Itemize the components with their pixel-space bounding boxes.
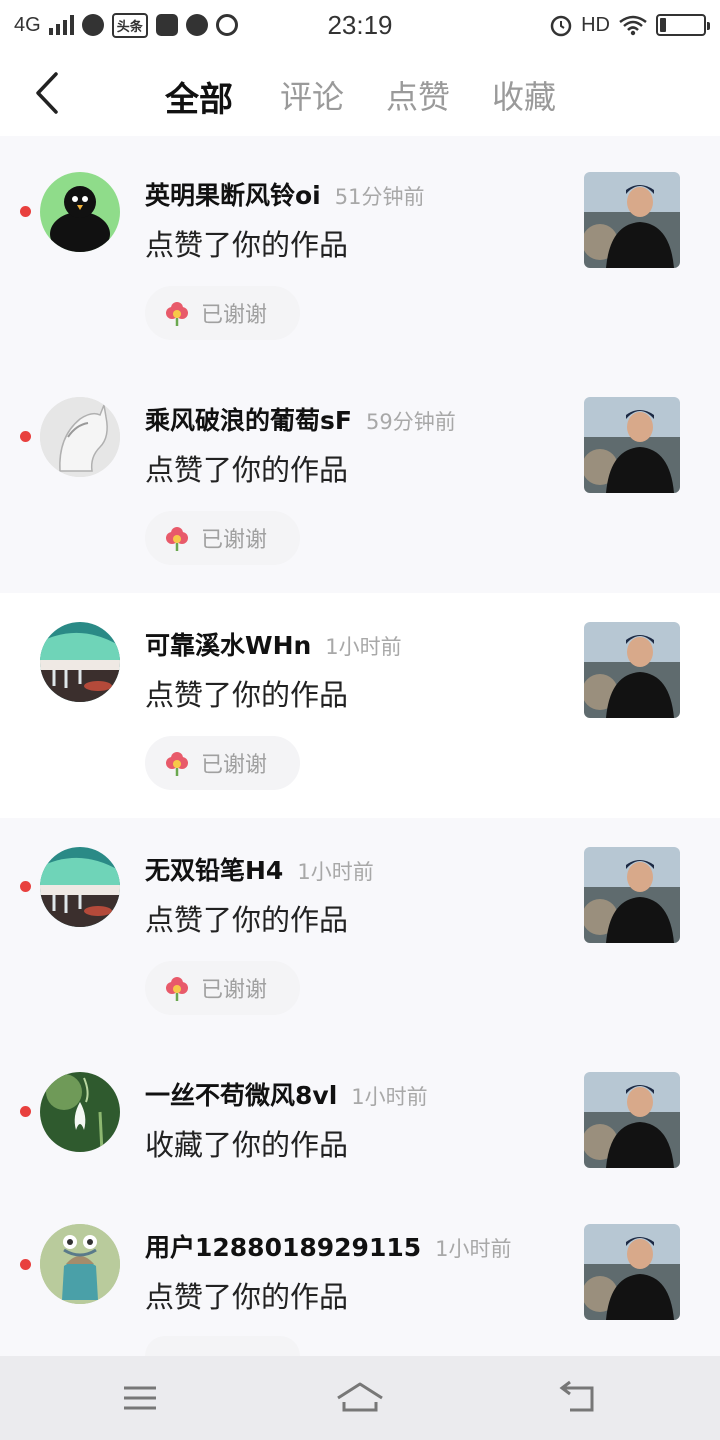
- post-thumbnail[interactable]: [584, 847, 680, 943]
- tab-all[interactable]: 全部: [165, 72, 233, 121]
- avatar[interactable]: [40, 172, 120, 252]
- cartoon-avatar-icon: [40, 1224, 120, 1304]
- thumbnail-image: [584, 397, 680, 493]
- thumbnail-image: [584, 622, 680, 718]
- timestamp: 59分钟前: [365, 410, 456, 434]
- hd-indicator: HD: [581, 13, 610, 36]
- avatar[interactable]: [40, 622, 120, 702]
- avatar[interactable]: [40, 847, 120, 927]
- thanks-label: 已谢谢: [201, 978, 268, 1003]
- username[interactable]: 无双铅笔H4: [145, 851, 283, 887]
- action-text: 点赞了你的作品: [145, 453, 349, 487]
- timestamp: 1小时前: [351, 1085, 428, 1109]
- user-line: 可靠溪水WHn 1小时前: [145, 626, 402, 662]
- unread-dot: [20, 431, 31, 442]
- post-thumbnail[interactable]: [584, 397, 680, 493]
- action-text: 点赞了你的作品: [145, 678, 349, 712]
- thanks-button[interactable]: 已谢谢: [145, 961, 300, 1015]
- action-text: 点赞了你的作品: [145, 903, 349, 937]
- list-item[interactable]: 英明果断风铃oi 51分钟前 点赞了你的作品 已谢谢: [0, 136, 720, 368]
- unread-dot: [20, 1106, 31, 1117]
- alarm-icon: [550, 15, 572, 37]
- flower-icon: [166, 302, 188, 326]
- waterfall-avatar-icon: [40, 847, 120, 927]
- header: 全部 评论 点赞 收藏: [0, 50, 720, 136]
- user-line: 乘风破浪的葡萄sF 59分钟前: [145, 401, 456, 437]
- avatar[interactable]: [40, 397, 120, 477]
- thanks-button[interactable]: [145, 1336, 300, 1356]
- username[interactable]: 可靠溪水WHn: [145, 626, 311, 662]
- home-icon: [337, 1382, 383, 1412]
- snowdrop-avatar-icon: [40, 1072, 120, 1152]
- user-line: 无双铅笔H4 1小时前: [145, 851, 374, 887]
- tab-likes[interactable]: 点赞: [386, 72, 450, 118]
- home-button[interactable]: [330, 1374, 390, 1422]
- unread-dot: [20, 881, 31, 892]
- return-icon: [559, 1380, 594, 1412]
- username[interactable]: 乘风破浪的葡萄sF: [145, 401, 352, 437]
- action-text: 收藏了你的作品: [145, 1128, 349, 1162]
- flower-icon: [166, 752, 188, 776]
- battery-icon: [656, 14, 710, 36]
- thanks-label: 已谢谢: [201, 528, 268, 553]
- post-thumbnail[interactable]: [584, 1224, 680, 1320]
- avatar[interactable]: [40, 1072, 120, 1152]
- timestamp: 51分钟前: [334, 185, 425, 209]
- unread-dot: [20, 206, 31, 217]
- penguin-avatar-icon: [50, 186, 110, 252]
- system-nav-bar: [0, 1356, 720, 1440]
- status-right: HD: [549, 10, 710, 40]
- action-text: 点赞了你的作品: [145, 228, 349, 262]
- flower-icon: [166, 527, 188, 551]
- thanks-button[interactable]: 已谢谢: [145, 511, 300, 565]
- timestamp: 1小时前: [325, 635, 402, 659]
- status-bar: 4G 头条 23:19 HD: [0, 0, 720, 50]
- thanks-button[interactable]: 已谢谢: [145, 736, 300, 790]
- post-thumbnail[interactable]: [584, 622, 680, 718]
- list-item[interactable]: 可靠溪水WHn 1小时前 点赞了你的作品 已谢谢: [0, 593, 720, 818]
- thumbnail-image: [584, 172, 680, 268]
- list-item[interactable]: 用户1288018929115 1小时前 点赞了你的作品: [0, 1196, 720, 1356]
- username[interactable]: 一丝不苟微风8vl: [145, 1076, 337, 1112]
- username[interactable]: 英明果断风铃oi: [145, 176, 321, 212]
- menu-icon: [124, 1386, 156, 1410]
- thumbnail-image: [584, 1072, 680, 1168]
- waterfall-avatar-icon: [40, 622, 120, 702]
- list-item[interactable]: 乘风破浪的葡萄sF 59分钟前 点赞了你的作品 已谢谢: [0, 368, 720, 593]
- tab-favorites[interactable]: 收藏: [492, 72, 556, 118]
- list-item[interactable]: 无双铅笔H4 1小时前 点赞了你的作品 已谢谢: [0, 818, 720, 1043]
- horse-avatar-icon: [40, 397, 120, 477]
- thanks-label: 已谢谢: [201, 753, 268, 778]
- flower-icon: [166, 977, 188, 1001]
- timestamp: 1小时前: [297, 860, 374, 884]
- user-line: 英明果断风铃oi 51分钟前: [145, 176, 424, 212]
- tab-bar: 全部 评论 点赞 收藏: [0, 50, 720, 136]
- action-text: 点赞了你的作品: [145, 1280, 349, 1314]
- return-button[interactable]: [550, 1374, 610, 1422]
- menu-button[interactable]: [110, 1374, 170, 1422]
- tab-comments[interactable]: 评论: [280, 72, 344, 118]
- timestamp: 1小时前: [435, 1237, 512, 1261]
- unread-dot: [20, 1259, 31, 1270]
- thumbnail-image: [584, 1224, 680, 1320]
- thanks-label: 已谢谢: [201, 303, 268, 328]
- post-thumbnail[interactable]: [584, 172, 680, 268]
- username[interactable]: 用户1288018929115: [145, 1228, 421, 1264]
- wifi-icon: [619, 15, 647, 36]
- avatar[interactable]: [40, 1224, 120, 1304]
- user-line: 一丝不苟微风8vl 1小时前: [145, 1076, 428, 1112]
- thanks-button[interactable]: 已谢谢: [145, 286, 300, 340]
- list-item[interactable]: 一丝不苟微风8vl 1小时前 收藏了你的作品: [0, 1043, 720, 1196]
- thumbnail-image: [584, 847, 680, 943]
- post-thumbnail[interactable]: [584, 1072, 680, 1168]
- user-line: 用户1288018929115 1小时前: [145, 1228, 512, 1264]
